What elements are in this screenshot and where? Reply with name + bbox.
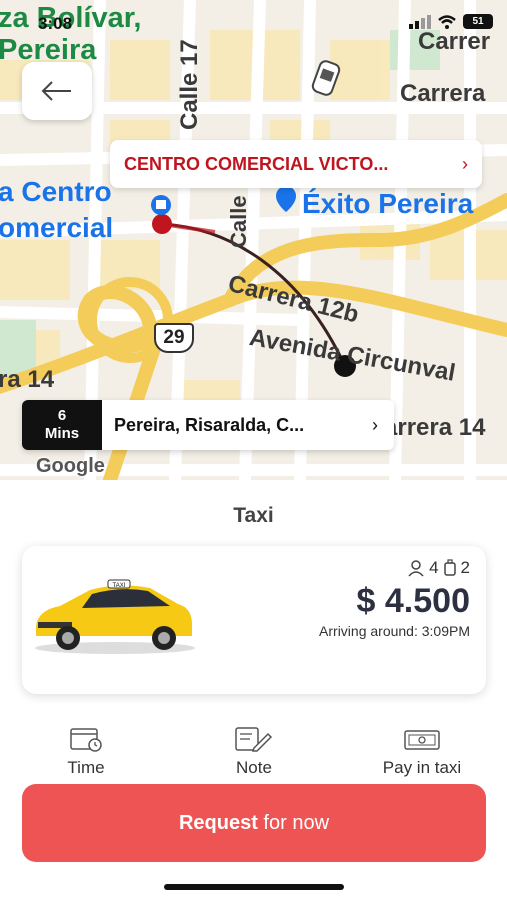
eta-badge: 6 Mins (22, 400, 102, 450)
option-payment-label: Pay in taxi (382, 758, 462, 777)
map-label-carrera-right: Carrera (400, 80, 486, 107)
origin-text: Pereira, Risaralda, C... (114, 414, 305, 435)
option-time[interactable]: Time (60, 726, 112, 778)
arrow-left-icon (41, 81, 71, 101)
map-label-centro-2: omercial (0, 212, 114, 243)
map-label-carrera-top: Carrer (418, 28, 491, 55)
destination-text: CENTRO COMERCIAL VICTO... (124, 153, 389, 174)
map-view[interactable]: 3:08 51 za Bolívar, Pereira Carrer Carre… (0, 0, 507, 480)
arrival-time: Arriving around: 3:09PM (319, 623, 470, 639)
capacity-row: 4 2 (407, 558, 470, 578)
option-note-label: Note (236, 758, 272, 777)
passenger-icon (408, 560, 424, 577)
chevron-right-icon: › (372, 414, 378, 435)
luggage-count: 2 (460, 558, 470, 577)
cash-icon (404, 730, 440, 750)
back-button[interactable] (22, 62, 92, 120)
option-payment[interactable]: Pay in taxi (370, 726, 474, 778)
map-label-carrera-14-right: arrera 14 (384, 414, 486, 441)
route-shield: 29 (154, 323, 194, 353)
luggage-icon (443, 559, 456, 576)
calendar-clock-icon (70, 728, 102, 752)
map-label-centro-1: a Centro (0, 176, 112, 207)
map-label-carrera-14-left: ra 14 (0, 366, 55, 393)
map-label-exito: Éxito Pereira (302, 188, 474, 219)
option-time-label: Time (67, 758, 105, 777)
google-logo: Google (36, 455, 105, 477)
battery-icon: 51 (463, 14, 493, 29)
eta-value: 6 (57, 407, 67, 424)
map-label-calle-17: Calle 17 (176, 39, 203, 130)
destination-pill[interactable]: CENTRO COMERCIAL VICTO... › (110, 140, 482, 188)
request-label-rest: for now (257, 811, 330, 834)
origin-pill[interactable]: 6 Mins Pereira, Risaralda, C... › (22, 400, 394, 450)
status-time: 3:08 (38, 14, 73, 33)
chevron-right-icon: › (462, 153, 468, 174)
status-icons: 51 (409, 14, 493, 29)
wifi-icon (438, 15, 456, 29)
home-indicator[interactable] (164, 884, 344, 890)
map-label-calle: Calle (226, 195, 251, 248)
signal-icon (409, 14, 431, 29)
taxi-car-image: TAXI (35, 579, 195, 654)
fare-price: $ 4.500 (356, 582, 470, 620)
service-title: Taxi (233, 504, 274, 527)
taxi-roof-sign: TAXI (113, 583, 126, 589)
eta-unit: Mins (44, 425, 80, 442)
note-edit-icon (235, 727, 273, 752)
passenger-count: 4 (429, 558, 439, 577)
request-label-bold: Request (178, 811, 258, 834)
option-note[interactable]: Note (228, 726, 280, 778)
request-button[interactable]: Request for now (22, 784, 486, 862)
ride-option-card[interactable]: TAXI 4 2 $ 4.500 Arriving around: 3:09PM (22, 546, 486, 694)
ride-options-row: Time Note Pay in taxi (0, 726, 507, 786)
